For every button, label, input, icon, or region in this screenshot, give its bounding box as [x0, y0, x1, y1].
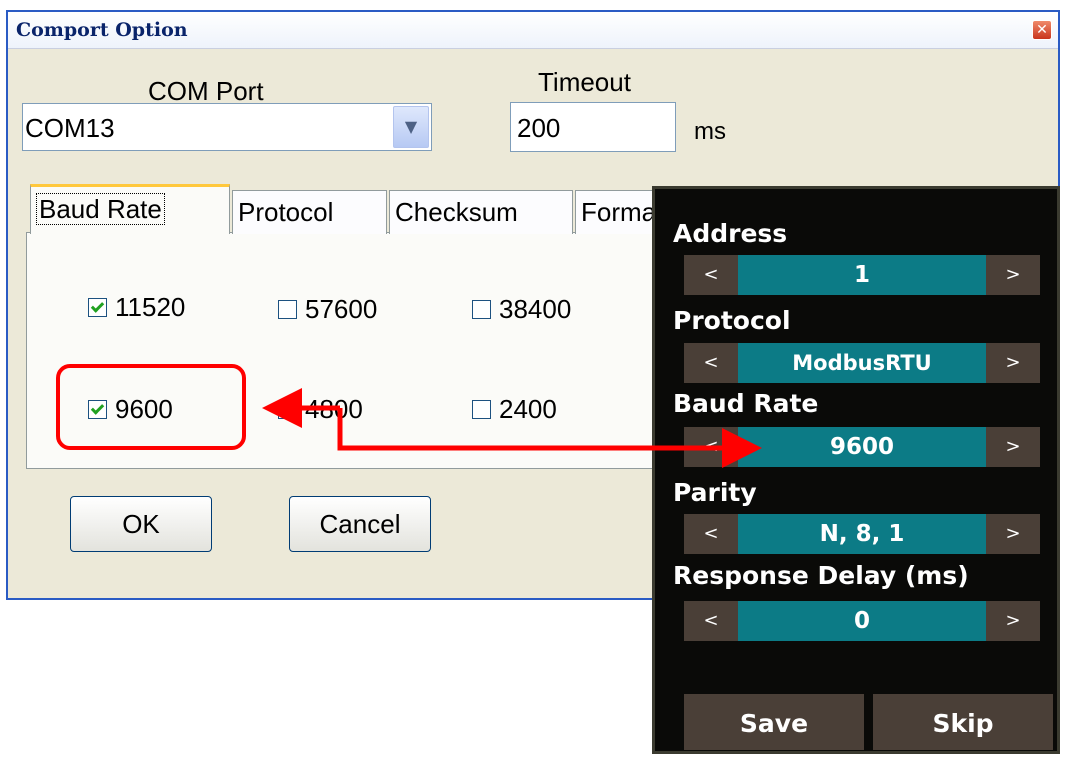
- checkbox-icon: [88, 297, 107, 317]
- response-delay-increment-button[interactable]: >: [986, 601, 1040, 641]
- address-field: < 1 >: [684, 255, 1040, 295]
- com-port-value: COM13: [25, 113, 115, 143]
- checkbox-icon: [278, 299, 297, 319]
- checkbox-label: 2400: [499, 394, 557, 424]
- response-delay-label: Response Delay (ms): [673, 561, 969, 590]
- protocol-field: < ModbusRTU >: [684, 343, 1040, 383]
- timeout-unit: ms: [694, 118, 726, 145]
- parity-value: N, 8, 1: [738, 514, 986, 554]
- ok-button[interactable]: OK: [70, 496, 212, 552]
- protocol-label: Protocol: [673, 306, 791, 335]
- tab-label: Baud Rate: [36, 193, 165, 225]
- protocol-increment-button[interactable]: >: [986, 343, 1040, 383]
- checkbox-38400[interactable]: 38400: [472, 294, 571, 324]
- checkbox-icon: [472, 299, 491, 319]
- response-delay-value: 0: [738, 601, 986, 641]
- checkbox-label: 11520: [115, 292, 186, 322]
- address-label: Address: [673, 219, 788, 248]
- skip-button[interactable]: Skip: [873, 694, 1053, 750]
- checkbox-label: 4800: [305, 394, 363, 424]
- tab-baud-rate[interactable]: Baud Rate: [30, 184, 230, 234]
- close-icon: ✕: [1036, 22, 1048, 38]
- chevron-down-icon[interactable]: ▼: [393, 106, 429, 148]
- checkbox-label: 57600: [305, 294, 378, 324]
- checkbox-4800[interactable]: 4800: [278, 394, 363, 424]
- close-button[interactable]: ✕: [1032, 20, 1052, 40]
- response-delay-decrement-button[interactable]: <: [684, 601, 738, 641]
- checkbox-57600[interactable]: 57600: [278, 294, 377, 324]
- parity-increment-button[interactable]: >: [986, 514, 1040, 554]
- tab-format[interactable]: Format: [575, 190, 655, 234]
- timeout-input[interactable]: 200: [510, 102, 676, 152]
- dialog-title: Comport Option: [16, 19, 188, 41]
- checkbox-2400[interactable]: 2400: [472, 394, 557, 424]
- save-button[interactable]: Save: [684, 694, 864, 750]
- address-value: 1: [738, 255, 986, 295]
- parity-decrement-button[interactable]: <: [684, 514, 738, 554]
- protocol-value: ModbusRTU: [738, 343, 986, 383]
- protocol-decrement-button[interactable]: <: [684, 343, 738, 383]
- tab-checksum[interactable]: Checksum: [389, 190, 573, 234]
- address-increment-button[interactable]: >: [986, 255, 1040, 295]
- checkbox-icon: [472, 399, 491, 419]
- timeout-label: Timeout: [538, 67, 631, 97]
- baud-rate-value: 9600: [738, 427, 986, 467]
- checkbox-11520[interactable]: 11520: [88, 292, 185, 322]
- baud-rate-decrement-button[interactable]: <: [684, 427, 738, 467]
- device-config-panel: Address < 1 > Protocol < ModbusRTU > Bau…: [652, 186, 1060, 754]
- baud-rate-label: Baud Rate: [673, 389, 819, 418]
- tab-protocol[interactable]: Protocol: [232, 190, 387, 234]
- title-bar: Comport Option ✕: [8, 12, 1058, 49]
- baud-rate-increment-button[interactable]: >: [986, 427, 1040, 467]
- parity-label: Parity: [673, 478, 757, 507]
- cancel-button[interactable]: Cancel: [289, 496, 431, 552]
- tab-label: Format: [581, 197, 655, 227]
- response-delay-field: < 0 >: [684, 601, 1040, 641]
- highlight-box: [56, 364, 246, 450]
- com-port-select[interactable]: COM13 ▼: [22, 103, 432, 151]
- address-decrement-button[interactable]: <: [684, 255, 738, 295]
- tab-label: Protocol: [238, 197, 334, 227]
- checkbox-label: 38400: [499, 294, 572, 324]
- parity-field: < N, 8, 1 >: [684, 514, 1040, 554]
- baud-rate-field: < 9600 >: [684, 427, 1040, 467]
- tab-label: Checksum: [395, 197, 518, 227]
- checkbox-icon: [278, 399, 297, 419]
